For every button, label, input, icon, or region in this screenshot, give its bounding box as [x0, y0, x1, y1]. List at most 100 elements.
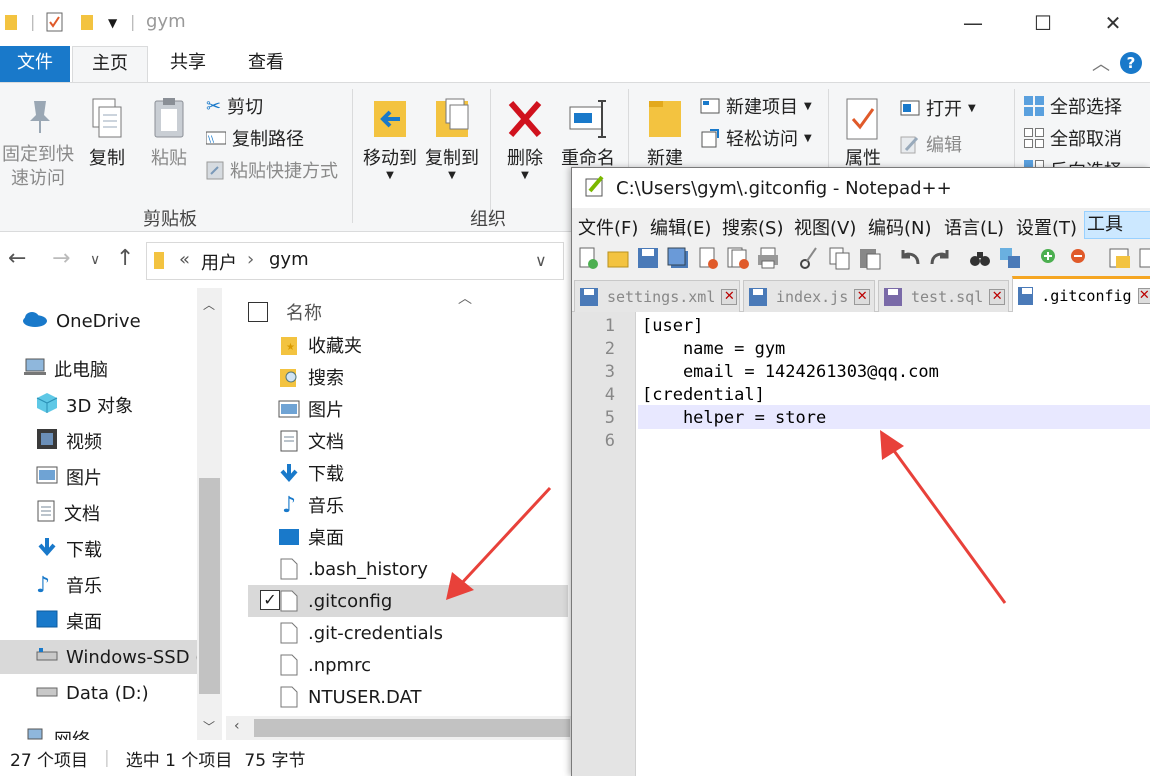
copy-button[interactable]: 复制: [84, 97, 130, 171]
replace-icon[interactable]: [998, 246, 1022, 270]
tab-gitconfig[interactable]: .gitconfig ✕: [1012, 276, 1150, 312]
menu-encoding[interactable]: 编码(N): [868, 214, 932, 240]
tab-share[interactable]: 共享: [150, 46, 226, 82]
scroll-thumb[interactable]: [199, 478, 220, 694]
undo-icon[interactable]: [898, 246, 922, 270]
nav-item-this-pc[interactable]: 此电脑: [0, 352, 200, 386]
tab-close-icon[interactable]: ✕: [1137, 287, 1150, 304]
paste-button[interactable]: 粘贴: [146, 97, 192, 171]
breadcrumb-gym[interactable]: gym: [269, 249, 309, 270]
nav-item-videos[interactable]: 视频: [0, 424, 200, 458]
maximize-button[interactable]: ☐: [1020, 6, 1066, 40]
customize-toolbar-icon[interactable]: ▼: [108, 16, 117, 30]
forward-arrow-icon[interactable]: →: [52, 246, 70, 271]
new-file-icon[interactable]: [576, 246, 600, 270]
nav-scrollbar[interactable]: ︿ ﹀: [197, 288, 222, 740]
new-folder-button[interactable]: 新建: [640, 97, 690, 171]
menu-view[interactable]: 视图(V): [794, 214, 856, 240]
select-all-checkbox[interactable]: [248, 302, 268, 322]
close-file-icon[interactable]: [696, 246, 720, 270]
breadcrumb-users[interactable]: 用户: [201, 249, 237, 275]
menu-tools[interactable]: 工具(O): [1084, 211, 1150, 261]
list-item-npmrc[interactable]: .npmrc: [248, 649, 568, 681]
nav-item-documents[interactable]: 文档: [0, 496, 200, 530]
zoom-out-icon[interactable]: [1068, 246, 1092, 270]
new-item-button[interactable]: 新建项目 ▼: [700, 93, 812, 119]
tab-settings-xml[interactable]: settings.xml ✕: [574, 280, 740, 312]
collapse-ribbon-icon[interactable]: ︿: [1092, 50, 1110, 76]
copy-path-button[interactable]: \\ 复制路径: [206, 125, 304, 151]
print-icon[interactable]: [756, 246, 780, 270]
nav-item-windows-ssd[interactable]: Windows-SSD (: [0, 640, 202, 674]
scroll-up-icon[interactable]: ︿: [203, 296, 215, 313]
horizontal-scrollbar[interactable]: ‹: [226, 716, 575, 740]
properties-button[interactable]: 属性: [836, 97, 890, 171]
zoom-in-icon[interactable]: [1038, 246, 1062, 270]
close-button[interactable]: ✕: [1090, 6, 1136, 40]
scroll-thumb[interactable]: [254, 719, 570, 737]
paste-icon[interactable]: [858, 246, 882, 270]
address-dropdown-chevron-icon[interactable]: ∨: [535, 251, 547, 270]
tab-test-sql[interactable]: test.sql ✕: [878, 280, 1009, 312]
nav-item-desktop[interactable]: 桌面: [0, 604, 200, 638]
copy-icon[interactable]: [828, 246, 852, 270]
recent-chevron-down-icon[interactable]: ∨: [90, 252, 100, 268]
list-item-desktop[interactable]: 桌面: [248, 521, 568, 553]
edit-button[interactable]: 编辑: [900, 131, 962, 157]
pin-to-quick-access-button[interactable]: 固定到快 速访问: [0, 97, 76, 191]
nav-item-onedrive[interactable]: OneDrive: [0, 304, 200, 338]
close-all-icon[interactable]: [726, 246, 750, 270]
copy-to-button[interactable]: 复制到 ▼: [422, 97, 482, 181]
list-item-gitconfig[interactable]: ✓ .gitconfig: [248, 585, 568, 617]
code-editor[interactable]: 1 2 3 4 5 6 [user] name = gym email = 14…: [572, 312, 1150, 776]
tab-close-icon[interactable]: ✕: [721, 288, 738, 305]
properties-quick-icon[interactable]: [46, 12, 64, 36]
list-item-music[interactable]: ♪ 音乐: [248, 489, 568, 521]
menu-file[interactable]: 文件(F): [578, 214, 638, 240]
tab-file[interactable]: 文件: [0, 46, 70, 82]
tab-view[interactable]: 查看: [228, 46, 304, 82]
tab-home[interactable]: 主页: [72, 46, 148, 83]
save-all-icon[interactable]: [666, 246, 690, 270]
nav-item-network[interactable]: 网络: [0, 722, 200, 740]
list-item-git-credentials[interactable]: .git-credentials: [248, 617, 568, 649]
open-button[interactable]: 打开 ▼: [900, 95, 976, 121]
easy-access-button[interactable]: 轻松访问 ▼: [700, 125, 812, 151]
select-none-button[interactable]: 全部取消: [1024, 125, 1122, 151]
scroll-left-icon[interactable]: ‹: [234, 718, 240, 734]
redo-icon[interactable]: [928, 246, 952, 270]
open-file-icon[interactable]: [606, 246, 630, 270]
cut-icon[interactable]: [798, 246, 822, 270]
address-box[interactable]: « 用户 › gym ∨: [146, 242, 564, 280]
list-item-favorites[interactable]: ★ 收藏夹: [248, 329, 568, 361]
select-all-button[interactable]: 全部选择: [1024, 93, 1122, 119]
list-item-searches[interactable]: 搜索: [248, 361, 568, 393]
move-to-button[interactable]: 移动到 ▼: [360, 97, 420, 181]
list-item-downloads[interactable]: 下载: [248, 457, 568, 489]
nav-item-pictures[interactable]: 图片: [0, 460, 200, 494]
list-item-bash-history[interactable]: .bash_history: [248, 553, 568, 585]
cut-button[interactable]: ✂ 剪切: [206, 93, 263, 119]
delete-button[interactable]: 删除 ▼: [500, 97, 550, 181]
list-item-ntuser-dat[interactable]: NTUSER.DAT: [248, 681, 568, 713]
new-folder-quick-icon[interactable]: [80, 12, 94, 36]
nav-item-downloads[interactable]: 下载: [0, 532, 200, 566]
menu-search[interactable]: 搜索(S): [722, 214, 783, 240]
up-arrow-icon[interactable]: ↑: [116, 246, 134, 271]
minimize-button[interactable]: —: [950, 6, 996, 40]
tab-close-icon[interactable]: ✕: [854, 288, 871, 305]
save-icon[interactable]: [636, 246, 660, 270]
column-header-name[interactable]: 名称: [248, 296, 568, 328]
paste-shortcut-button[interactable]: 粘贴快捷方式: [206, 157, 338, 183]
tab-close-icon[interactable]: ✕: [989, 288, 1006, 305]
find-binoculars-icon[interactable]: [968, 246, 992, 270]
breadcrumb-overflow[interactable]: «: [179, 249, 190, 270]
menu-settings[interactable]: 设置(T): [1016, 214, 1077, 240]
sync-scroll-icon[interactable]: [1108, 246, 1132, 270]
nav-item-music[interactable]: ♪ 音乐: [0, 568, 200, 602]
item-checkbox[interactable]: ✓: [260, 590, 280, 610]
list-item-pictures[interactable]: 图片: [248, 393, 568, 425]
wrap-icon[interactable]: [1138, 246, 1150, 270]
help-button[interactable]: ?: [1120, 52, 1142, 74]
menu-language[interactable]: 语言(L): [944, 214, 1004, 240]
